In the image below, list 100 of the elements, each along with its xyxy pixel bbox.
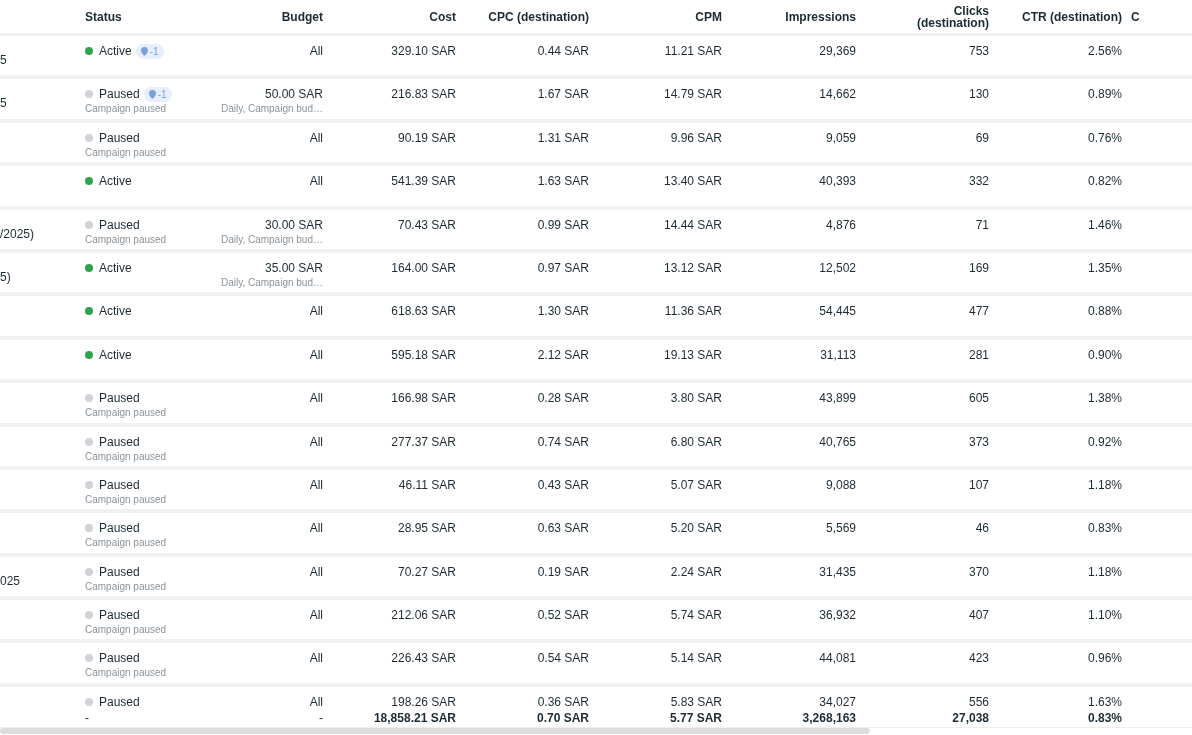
- column-header[interactable]: CPC (destination): [488, 10, 589, 23]
- table-cell-text: 1.35%: [1087, 259, 1122, 277]
- table-cell-text: 166.98 SAR: [391, 390, 456, 408]
- status-label: Paused: [99, 86, 140, 104]
- status-label: Active: [99, 346, 132, 364]
- table-cell-text: 1.10%: [1087, 607, 1122, 625]
- table-cell-text: 277.37 SAR: [391, 433, 456, 451]
- total-cell-text: 18,858.21 SAR: [373, 710, 456, 727]
- column-header[interactable]: Status: [85, 10, 122, 23]
- table-cell-text: 14,662: [819, 86, 856, 104]
- table-cell-text: All: [309, 520, 323, 538]
- column-header[interactable]: Budget: [281, 10, 323, 23]
- table-cell-text: 373: [968, 433, 989, 451]
- column-header[interactable]: Clicks (destination): [909, 4, 989, 29]
- status-label: Paused: [99, 390, 140, 408]
- table-cell-text: 43,899: [819, 390, 856, 408]
- table-cell-text: All: [309, 390, 323, 408]
- table-cell-text: 216.83 SAR: [391, 86, 456, 104]
- table-cell-text: 5.07 SAR: [670, 476, 722, 494]
- table-cell-text: 477: [968, 303, 989, 321]
- table-cell-text: 5,569: [825, 520, 856, 538]
- table-cell-text: 1.18%: [1087, 563, 1122, 581]
- table-cell-text: 70.27 SAR: [397, 563, 456, 581]
- table-cell-text: 556: [968, 693, 989, 709]
- table-cell-text: 9,088: [825, 476, 856, 494]
- table-cell-text: 423: [968, 650, 989, 668]
- column-header[interactable]: CPM: [695, 10, 722, 23]
- table-cell-text: 4,876: [825, 216, 856, 234]
- table-cell-text: 0.52 SAR: [537, 607, 589, 625]
- table-cell-text: 13.40 SAR: [663, 173, 722, 191]
- status-note: Campaign paused: [85, 450, 168, 463]
- pin-icon: [148, 89, 156, 99]
- budget-note: Daily, Campaign bud…: [220, 276, 323, 289]
- table-cell: 5): [0, 269, 11, 284]
- table-cell-text: 1.18%: [1087, 476, 1122, 494]
- status-note: Campaign paused: [85, 407, 168, 420]
- table-cell-text: 618.63 SAR: [391, 303, 456, 321]
- table-cell-text: All: [309, 346, 323, 364]
- table-cell-text: 0.88%: [1087, 303, 1122, 321]
- table-cell-text: 28.95 SAR: [397, 520, 456, 538]
- table-cell-text: 14.44 SAR: [663, 216, 722, 234]
- table-cell-text: 0.99 SAR: [537, 216, 589, 234]
- table-cell-text: 164.00 SAR: [391, 259, 456, 277]
- table-cell-text: 0.92%: [1087, 433, 1122, 451]
- table-cell-text: 329.10 SAR: [391, 43, 456, 60]
- table-cell-text: 753: [968, 43, 989, 60]
- status-label: Paused: [99, 520, 140, 538]
- table-cell-text: All: [309, 43, 323, 60]
- table-cell-text: 0.74 SAR: [537, 433, 589, 451]
- table-cell-text: 0.19 SAR: [537, 563, 589, 581]
- table-cell-text: All: [309, 650, 323, 668]
- table-cell-text: 11.36 SAR: [664, 303, 722, 321]
- table-cell-text: 0.63 SAR: [537, 520, 589, 538]
- table-cell-text: 595.18 SAR: [391, 346, 456, 364]
- table-cell-text: 46: [975, 520, 989, 538]
- table-cell-text: All: [309, 476, 323, 494]
- table-cell-text: All: [309, 607, 323, 625]
- table-cell-text: 1.46%: [1087, 216, 1122, 234]
- table-cell-text: 212.06 SAR: [391, 607, 456, 625]
- table-cell-text: 0.44 SAR: [537, 43, 589, 60]
- total-cell-text: 5.77 SAR: [669, 710, 722, 727]
- status-label: Paused: [99, 476, 140, 494]
- column-header[interactable]: C: [1131, 10, 1140, 23]
- table-cell-text: 5.14 SAR: [670, 650, 722, 668]
- column-header[interactable]: Cost: [429, 10, 456, 23]
- column-header[interactable]: CTR (destination): [1022, 10, 1122, 23]
- table-cell-text: All: [309, 303, 323, 321]
- total-cell-text: 0.70 SAR: [536, 710, 589, 727]
- table-cell-text: 70.43 SAR: [397, 216, 456, 234]
- table-cell-text: 0.76%: [1087, 129, 1122, 147]
- table-cell-text: 9,059: [825, 129, 856, 147]
- table-cell-text: 1.31 SAR: [537, 129, 589, 147]
- budget-note: Daily, Campaign bud…: [220, 103, 323, 116]
- table-cell-text: 1.63%: [1087, 693, 1122, 709]
- status-label: Active: [99, 43, 132, 60]
- table-cell-text: 1.63 SAR: [537, 173, 589, 191]
- total-cell-text: 0.83%: [1087, 710, 1122, 727]
- table-cell-text: 9.96 SAR: [670, 129, 722, 147]
- table-cell-text: 6.80 SAR: [670, 433, 722, 451]
- table-cell-text: 54,445: [819, 303, 856, 321]
- column-header[interactable]: Impressions: [785, 10, 856, 23]
- table-cell-text: 541.39 SAR: [391, 173, 456, 191]
- table-cell-text: 30.00 SAR: [264, 216, 323, 234]
- table-cell-text: 0.82%: [1087, 173, 1122, 191]
- table-cell-text: 0.54 SAR: [537, 650, 589, 668]
- table-cell-text: 34,027: [819, 693, 856, 709]
- table-cell-text: 11.21 SAR: [664, 43, 722, 60]
- scrollbar[interactable]: [0, 728, 870, 734]
- status-label: Paused: [99, 216, 140, 234]
- table-cell-text: 169: [968, 259, 989, 277]
- table-cell-text: 1.38%: [1087, 390, 1122, 408]
- table-cell-text: 36,932: [819, 607, 856, 625]
- status-label: Active: [99, 259, 132, 277]
- table-cell-text: 50.00 SAR: [264, 86, 323, 104]
- status-label: Paused: [99, 607, 140, 625]
- status-note: Campaign paused: [85, 624, 168, 637]
- table-cell-text: 370: [968, 563, 989, 581]
- status-note: Campaign paused: [85, 146, 168, 159]
- table-cell-text: 0.43 SAR: [537, 476, 589, 494]
- table-cell-text: 2.24 SAR: [670, 563, 722, 581]
